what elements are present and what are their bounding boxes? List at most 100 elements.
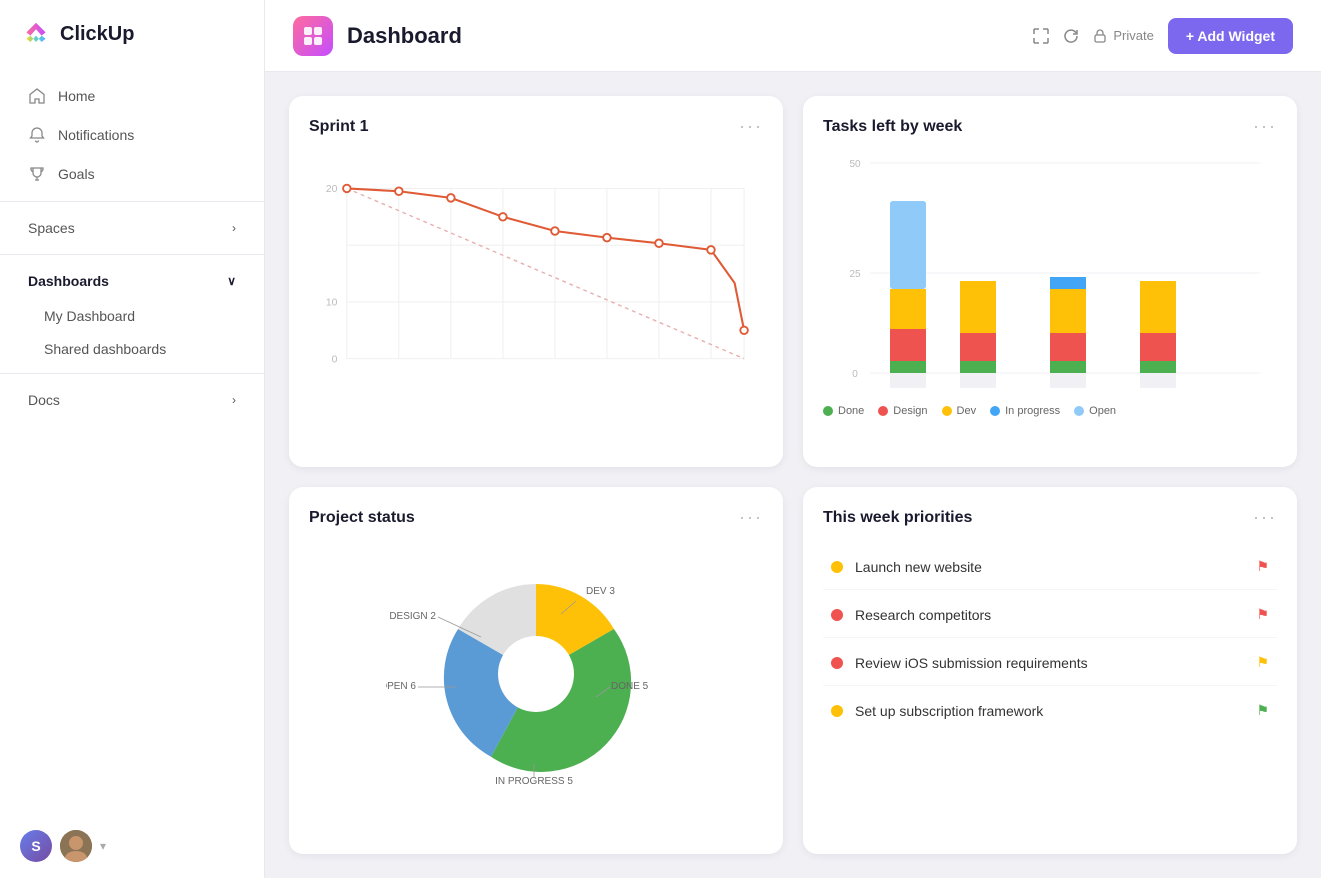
svg-text:50: 50 [849,159,861,170]
dev-dot [942,406,952,416]
dashboard-grid: Sprint 1 ··· [265,72,1321,878]
sidebar-section-docs[interactable]: Docs › [8,382,256,418]
sidebar-item-notifications-label: Notifications [58,127,134,143]
sidebar-item-shared-dashboards[interactable]: Shared dashboards [8,333,256,365]
private-toggle[interactable]: Private [1093,28,1153,43]
sidebar-item-my-dashboard[interactable]: My Dashboard [8,300,256,332]
priority-item-2: Research competitors ⚑ [823,592,1277,638]
sidebar-navigation: Home Notifications Goals Spaces › Dashbo… [0,68,264,814]
tasks-menu-button[interactable]: ··· [1253,116,1277,137]
svg-text:10: 10 [326,298,338,309]
header: Dashboard Private + Add Widget [265,0,1321,72]
sidebar: ClickUp Home Notifications Goals Space [0,0,265,878]
priority-text-4: Set up subscription framework [855,703,1043,719]
inprogress-dot [990,406,1000,416]
priority-text-1: Launch new website [855,559,982,575]
priority-text-3: Review iOS submission requirements [855,655,1088,671]
pie-chart-container: DEV 3 DONE 5 IN PROGRESS 5 OPEN 6 DESIGN… [386,549,686,799]
svg-text:DEV 3: DEV 3 [586,586,615,597]
dashboard-icon [293,16,333,56]
home-icon [28,87,46,105]
sidebar-item-goals[interactable]: Goals [8,155,256,193]
tasks-svg: 50 25 0 [823,153,1277,393]
header-left: Dashboard [293,16,462,56]
priorities-menu-button[interactable]: ··· [1253,507,1277,528]
clickup-logo-icon [20,18,52,50]
priority-dot-3 [831,657,843,669]
sidebar-item-notifications[interactable]: Notifications [8,116,256,154]
pie-chart-area: DEV 3 DONE 5 IN PROGRESS 5 OPEN 6 DESIGN… [309,544,763,804]
svg-text:0: 0 [852,369,858,380]
logo-area: ClickUp [0,0,264,68]
sidebar-section-dashboards[interactable]: Dashboards ∨ [8,263,256,299]
user-avatar[interactable]: S [20,830,52,862]
add-widget-button[interactable]: + Add Widget [1168,18,1293,54]
legend-inprogress: In progress [990,405,1060,417]
main-content: Dashboard Private + Add Widget Sprint 1 … [265,0,1321,878]
sidebar-item-home-label: Home [58,88,95,104]
done-label: Done [838,405,864,417]
legend-open: Open [1074,405,1116,417]
user-photo [60,830,92,862]
priority-flag-3: ⚑ [1256,654,1269,671]
tasks-legend: Done Design Dev In progress Open [823,405,1277,417]
svg-text:0: 0 [332,354,338,365]
priority-dot-4 [831,705,843,717]
priority-flag-4: ⚑ [1256,702,1269,719]
tasks-title: Tasks left by week [823,118,962,136]
tasks-chart-area: 50 25 0 [823,153,1277,393]
open-label: Open [1089,405,1116,417]
divider-1 [0,201,264,202]
priority-dot-1 [831,561,843,573]
design-dot [878,406,888,416]
dev-label: Dev [957,405,977,417]
done-dot [823,406,833,416]
chevron-down-icon: ∨ [227,274,236,288]
sprint-chart: 20 10 0 [309,153,763,413]
project-menu-button[interactable]: ··· [739,507,763,528]
sprint-menu-button[interactable]: ··· [739,116,763,137]
sidebar-footer: S ▾ [0,814,264,878]
priorities-card-header: This week priorities ··· [823,507,1277,528]
logo-text: ClickUp [60,23,134,46]
refresh-button[interactable] [1063,28,1079,44]
legend-dev: Dev [942,405,977,417]
project-title: Project status [309,509,415,527]
priority-item-4: Set up subscription framework ⚑ [823,688,1277,733]
sprint-svg: 20 10 0 [309,153,763,413]
project-card-header: Project status ··· [309,507,763,528]
sprint-card-header: Sprint 1 ··· [309,116,763,137]
sidebar-section-spaces[interactable]: Spaces › [8,210,256,246]
sidebar-item-home[interactable]: Home [8,77,256,115]
private-label: Private [1113,28,1153,43]
priority-left-4: Set up subscription framework [831,703,1043,719]
page-title: Dashboard [347,23,462,49]
expand-button[interactable] [1033,28,1049,44]
priority-flag-2: ⚑ [1256,606,1269,623]
chevron-right-docs-icon: › [232,393,236,407]
dashboards-label: Dashboards [28,273,109,289]
dropdown-icon[interactable]: ▾ [100,839,106,853]
legend-done: Done [823,405,864,417]
divider-2 [0,254,264,255]
priority-left-3: Review iOS submission requirements [831,655,1088,671]
priorities-title: This week priorities [823,509,972,527]
priority-left-2: Research competitors [831,607,991,623]
svg-text:OPEN 6: OPEN 6 [386,681,416,692]
priority-dot-2 [831,609,843,621]
priority-text-2: Research competitors [855,607,991,623]
svg-text:20: 20 [326,184,338,195]
svg-text:DONE 5: DONE 5 [611,681,649,692]
project-status-widget: Project status ··· [289,487,783,854]
priorities-widget: This week priorities ··· Launch new webs… [803,487,1297,854]
trophy-icon [28,165,46,183]
priority-left-1: Launch new website [831,559,982,575]
shared-dashboards-label: Shared dashboards [44,341,166,357]
pie-svg: DEV 3 DONE 5 IN PROGRESS 5 OPEN 6 DESIGN… [386,549,686,799]
design-label: Design [893,405,927,417]
tasks-card-header: Tasks left by week ··· [823,116,1277,137]
svg-text:DESIGN 2: DESIGN 2 [389,611,436,622]
open-dot [1074,406,1084,416]
chevron-right-icon: › [232,221,236,235]
spaces-label: Spaces [28,220,75,236]
